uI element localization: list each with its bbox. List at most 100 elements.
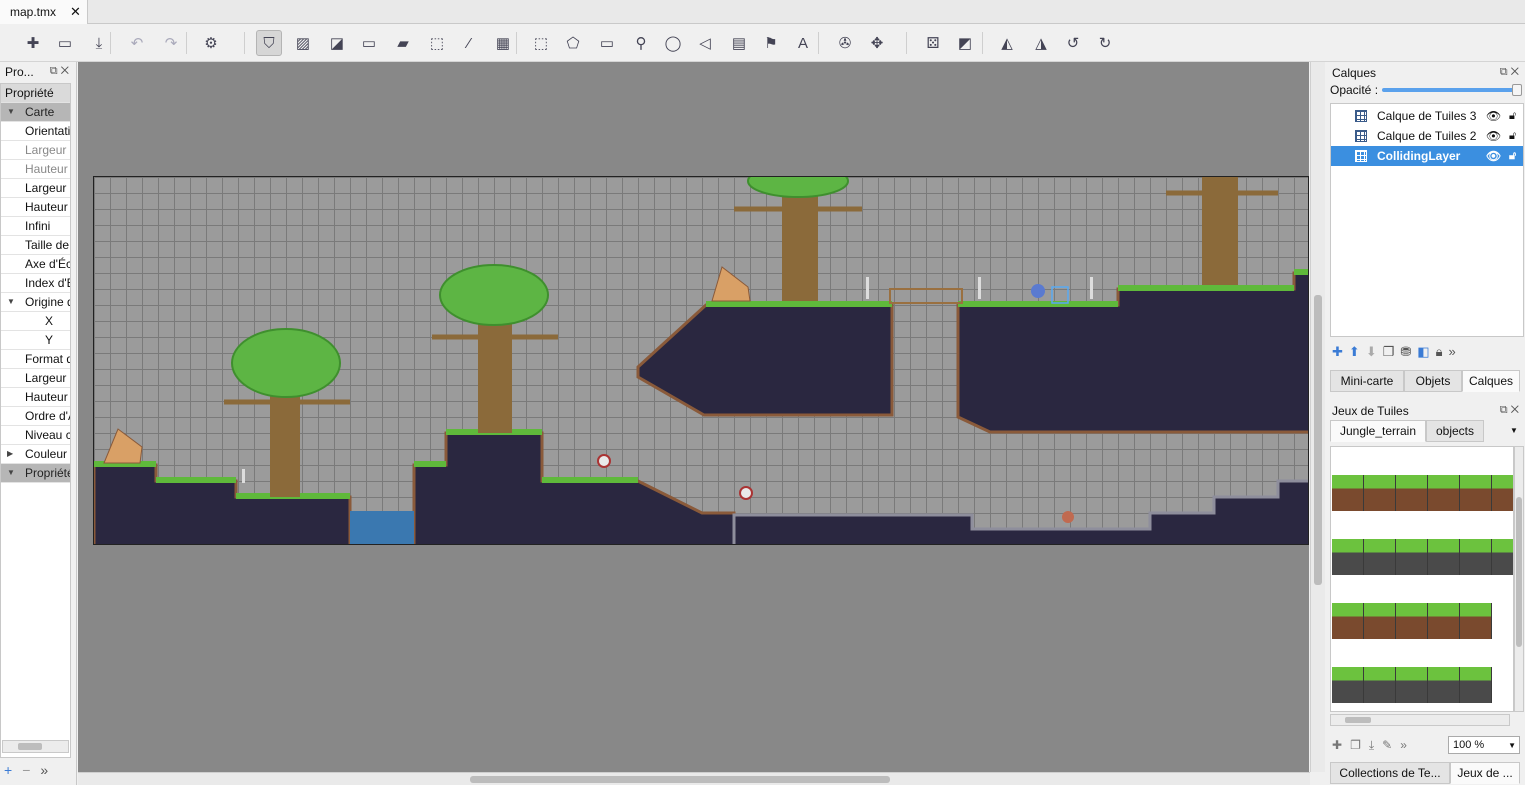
tile[interactable] [1460,667,1492,703]
open-file-button[interactable]: ▭ [52,30,78,56]
tile[interactable] [1428,539,1460,575]
tile[interactable] [1396,475,1428,511]
lock-layer-icon[interactable]: 🔒︎ [1436,344,1443,364]
tile[interactable] [1364,539,1396,575]
new-tileset-icon[interactable]: ✚ [1332,738,1342,754]
layer-item[interactable]: CollidingLayer 👁︎ 🔓︎ [1331,146,1523,166]
close-icon[interactable]: ✕ [70,4,81,20]
tab-mini-carte[interactable]: Mini-carte [1330,370,1404,392]
insert-polygon-tool[interactable]: ◁ [692,30,718,56]
more-icon[interactable]: » [1400,738,1407,754]
property-row[interactable]: Axe d'Éc [1,255,70,274]
tile[interactable] [1332,539,1364,575]
lock-icon[interactable]: 🔓︎ [1509,150,1516,163]
expand-arrow-icon[interactable]: ▼ [7,464,15,482]
layer-item[interactable]: Calque de Tuiles 3 👁︎ 🔓︎ [1331,106,1523,126]
wang-fill-button[interactable]: ◩ [952,30,978,56]
rotate-left-button[interactable]: ↺ [1060,30,1086,56]
lock-icon[interactable]: 🔓︎ [1509,130,1516,143]
save-button[interactable]: ⤓ [86,30,112,56]
property-row[interactable]: ▼ Carte [1,103,70,122]
tile[interactable] [1396,539,1428,575]
tile[interactable] [1492,539,1513,575]
embed-tileset-icon[interactable]: ❐ [1350,738,1361,754]
tab-jungle-terrain[interactable]: Jungle_terrain [1330,420,1426,442]
visibility-eye-icon[interactable]: 👁︎ [1486,149,1501,163]
tab-jeux-de[interactable]: Jeux de ... [1450,762,1520,784]
tile[interactable] [1428,603,1460,639]
insert-ellipse-tool[interactable]: ◯ [660,30,686,56]
canvas-horizontal-scrollbar[interactable] [78,772,1310,785]
new-layer-icon[interactable]: ✚ [1332,344,1343,364]
flip-horizontal-button[interactable]: ◭ [994,30,1020,56]
random-mode-button[interactable]: ⚄ [920,30,946,56]
tile[interactable] [1460,603,1492,639]
expand-arrow-icon[interactable]: ▶ [7,445,13,463]
tile[interactable] [1364,667,1396,703]
tile[interactable] [1396,667,1428,703]
more-icon[interactable]: » [40,762,48,778]
tile[interactable] [1460,475,1492,511]
property-row[interactable]: Hauteur [1,198,70,217]
new-map-button[interactable]: ✚ [20,30,46,56]
select-objects-tool[interactable]: ⬚ [528,30,554,56]
insert-point-tool[interactable]: ⚲ [628,30,654,56]
tab-map-tmx[interactable]: map.tmx ✕ [0,0,88,24]
property-row[interactable]: X [1,312,70,331]
opacity-slider[interactable] [1382,88,1520,92]
insert-text-tool[interactable]: A [790,30,816,56]
property-row[interactable]: Infini [1,217,70,236]
property-row[interactable]: Hauteur [1,160,70,179]
tile[interactable] [1332,475,1364,511]
tile-map[interactable] [93,176,1309,545]
tab-objects[interactable]: objects [1426,420,1484,442]
tileset-view[interactable] [1330,446,1514,712]
lock-icon[interactable]: 🔓︎ [1509,110,1516,123]
opacity-slider-handle[interactable] [1512,84,1522,96]
property-row[interactable]: Propriété [1,84,70,103]
tab-collections-de-te[interactable]: Collections de Te... [1330,762,1450,784]
visibility-eye-icon[interactable]: 👁︎ [1486,129,1501,143]
insert-tile-tool[interactable]: ▤ [726,30,752,56]
layer-item[interactable]: Calque de Tuiles 2 👁︎ 🔓︎ [1331,126,1523,146]
show-hide-other-icon[interactable]: ◧ [1417,344,1429,364]
property-grid[interactable]: Propriété ▼ Carte Orientati Largeur Hauteur La… [0,83,71,758]
terrain-brush-tool[interactable]: ▨ [290,30,316,56]
insert-template-tool[interactable]: ⚑ [758,30,784,56]
zoom-combobox[interactable]: 100 % ▼ [1448,736,1520,754]
duplicate-layer-icon[interactable]: ❐ [1383,344,1395,364]
tileset-vertical-scrollbar[interactable] [1514,446,1524,712]
property-row[interactable]: Y [1,331,70,350]
flip-vertical-button[interactable]: ◮ [1028,30,1054,56]
expand-arrow-icon[interactable]: ▼ [7,293,15,311]
property-row[interactable]: Orientati [1,122,70,141]
property-row[interactable]: Ordre d'A [1,407,70,426]
tile[interactable] [1364,475,1396,511]
visibility-eye-icon[interactable]: 👁︎ [1486,109,1501,123]
tile[interactable] [1460,539,1492,575]
insert-rectangle-tool[interactable]: ▭ [594,30,620,56]
tile[interactable] [1332,603,1364,639]
rect-select-tool[interactable]: ⬚ [424,30,450,56]
undo-button[interactable]: ↶ [124,30,150,56]
tab-objets[interactable]: Objets [1404,370,1462,392]
tab-calques[interactable]: Calques [1462,370,1520,392]
property-row[interactable]: ▶ Couleur [1,445,70,464]
property-row[interactable]: ▼ Origine d [1,293,70,312]
more-icon[interactable]: » [1449,344,1456,364]
commands-button[interactable]: ⚙ [198,30,224,56]
raise-layer-icon[interactable]: ⬆ [1349,344,1360,364]
lower-layer-icon[interactable]: ⬇ [1366,344,1377,364]
property-row[interactable]: Niveau c [1,426,70,445]
property-row[interactable]: Hauteur [1,388,70,407]
rotate-right-button[interactable]: ↻ [1092,30,1118,56]
tile[interactable] [1428,475,1460,511]
export-tileset-icon[interactable]: ⤓ [1369,738,1374,754]
world-tool[interactable]: ✇ [832,30,858,56]
tile[interactable] [1396,603,1428,639]
stamp-brush-tool[interactable]: ⛉ [256,30,282,56]
tile[interactable] [1492,475,1513,511]
chevron-down-icon[interactable]: ▼ [1510,426,1518,435]
magic-wand-tool[interactable]: ⁄ [456,30,482,56]
property-row[interactable]: Largeur d [1,179,70,198]
